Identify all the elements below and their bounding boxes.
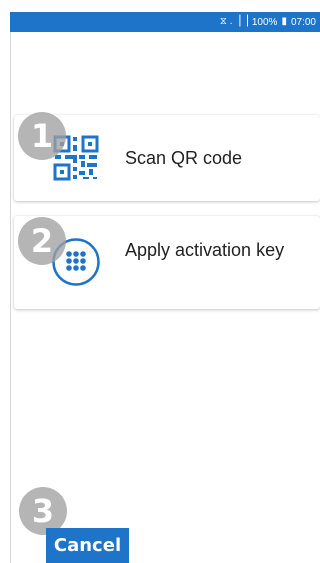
- status-bar: ⧖ .▕▕ 100% ▮ 07:00: [10, 12, 320, 32]
- step-badge-2: 2: [18, 217, 66, 265]
- apply-activation-key-label: Apply activation key: [125, 240, 285, 260]
- signal-icon: ⧖ .▕▕: [219, 16, 248, 27]
- screen-edge: [10, 32, 11, 563]
- cancel-button[interactable]: Cancel: [46, 528, 129, 563]
- battery-icon: ▮: [281, 16, 287, 27]
- scan-qr-label: Scan QR code: [125, 148, 243, 168]
- step-badge-1: 1: [18, 112, 66, 160]
- status-time: 07:00: [290, 16, 316, 28]
- battery-percent: 100%: [251, 16, 278, 28]
